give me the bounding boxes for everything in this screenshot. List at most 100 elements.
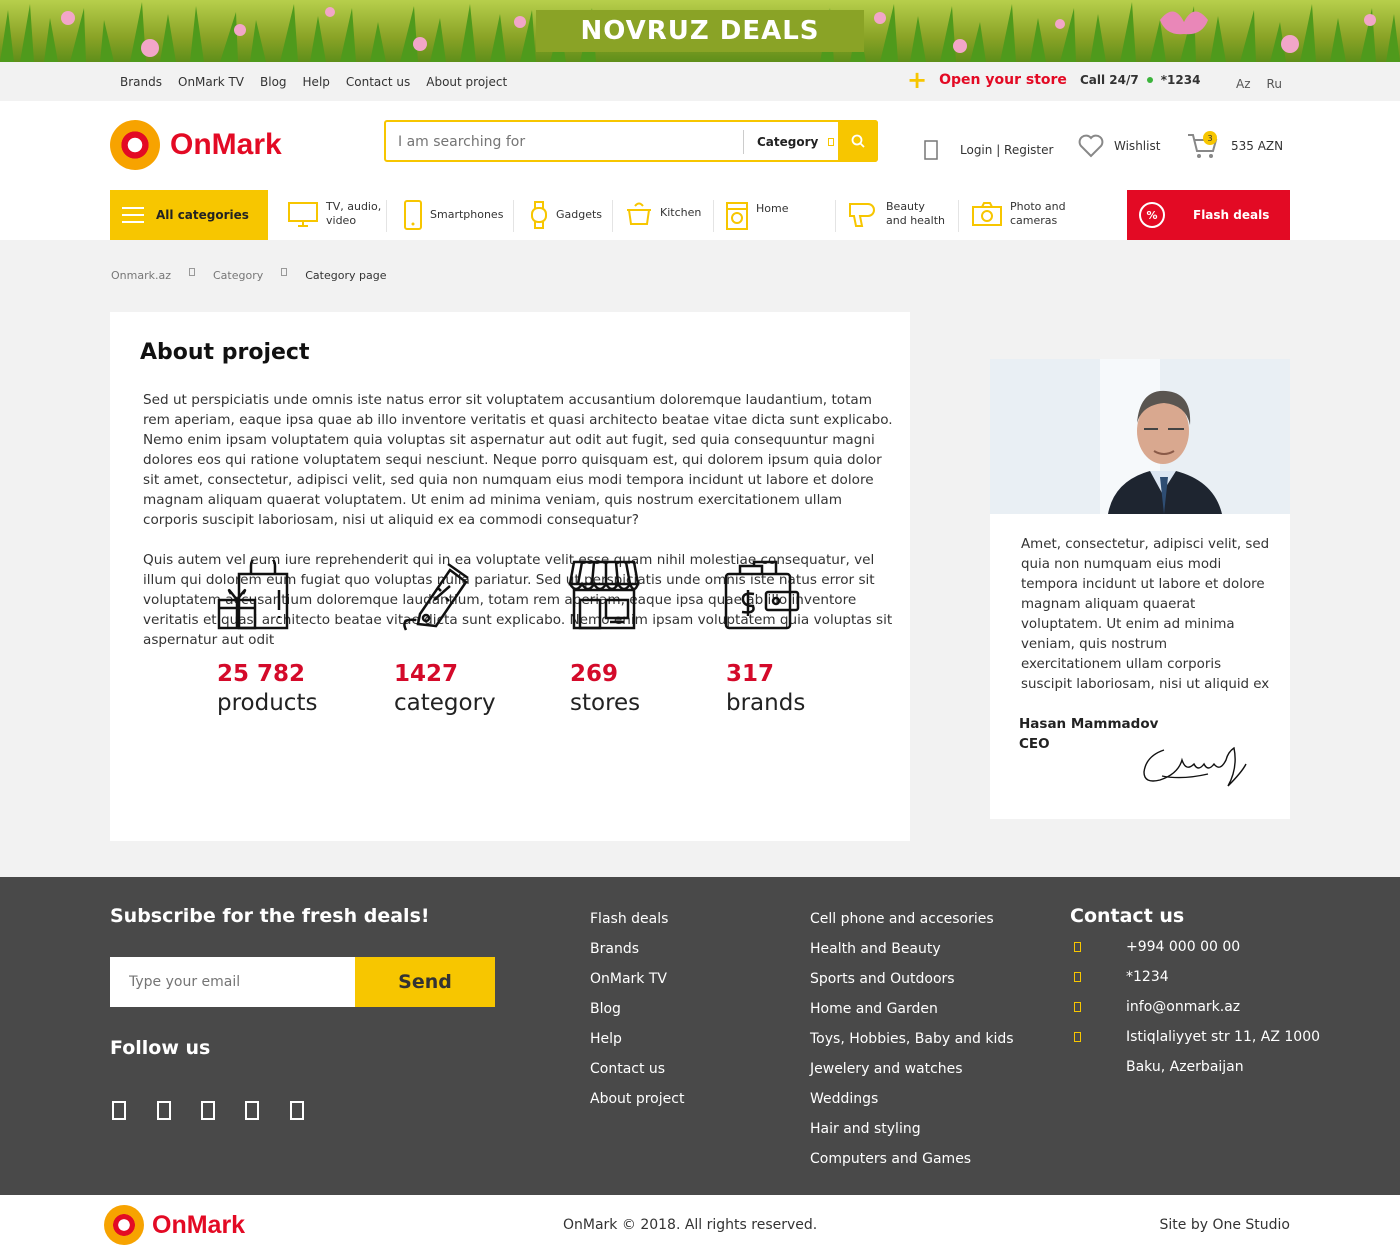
cart-count-badge: 3: [1203, 131, 1217, 145]
search-input[interactable]: [398, 131, 728, 153]
lang-ru[interactable]: Ru: [1267, 77, 1282, 91]
send-button[interactable]: Send: [355, 957, 495, 1007]
footer-category-link[interactable]: Home and Garden: [810, 994, 1014, 1024]
call-number: *1234: [1160, 73, 1201, 87]
phone-short-icon: [1074, 972, 1081, 982]
about-card: About project Sed ut perspiciatis unde o…: [110, 312, 910, 841]
promo-title: NOVRUZ DEALS: [536, 10, 864, 52]
top-link-onmark-tv[interactable]: OnMark TV: [178, 75, 244, 89]
washing-machine-icon: [726, 202, 748, 230]
logo-mark-icon: [110, 120, 160, 170]
category-photo-label: Photo and cameras: [1010, 200, 1066, 227]
search-bar: Category: [384, 120, 878, 162]
all-categories-label: All categories: [156, 208, 249, 222]
footer-link-contact[interactable]: Contact us: [590, 1054, 684, 1084]
footer-category-link[interactable]: Hair and styling: [810, 1114, 1014, 1144]
flash-deals-label: Flash deals: [1193, 208, 1270, 222]
bottom-bar: OnMark OnMark © 2018. All rights reserve…: [0, 1195, 1400, 1258]
twitter-icon[interactable]: [201, 1101, 215, 1120]
footer-link-brands[interactable]: Brands: [590, 934, 684, 964]
about-paragraph-1: Sed ut perspiciatis unde omnis iste natu…: [143, 392, 893, 528]
category-gadgets[interactable]: Gadgets: [530, 200, 602, 230]
cart-icon: 3: [1187, 131, 1221, 161]
top-link-contact[interactable]: Contact us: [346, 75, 410, 89]
site-credit[interactable]: Site by One Studio: [1160, 1217, 1291, 1233]
open-store-link[interactable]: + Open your store: [907, 68, 1067, 92]
chevron-right-icon: [281, 267, 288, 276]
all-categories-button[interactable]: All categories: [110, 190, 268, 240]
footer-link-onmark-tv[interactable]: OnMark TV: [590, 964, 684, 994]
stat-category-label: category: [394, 690, 496, 716]
smartwatch-icon: [531, 201, 547, 229]
top-nav: Brands OnMark TV Blog Help Contact us Ab…: [120, 75, 523, 89]
footer-link-help[interactable]: Help: [590, 1024, 684, 1054]
call-info: Call 24/7 *1234: [1080, 73, 1200, 87]
ceo-quote: Amet, consectetur, adipisci velit, sed q…: [1021, 537, 1270, 692]
cart-total: 535 AZN: [1231, 139, 1284, 153]
footer-category-link[interactable]: Weddings: [810, 1084, 1014, 1114]
linkedin-icon[interactable]: [290, 1101, 304, 1120]
facebook-icon[interactable]: [112, 1101, 126, 1120]
smartphone-icon: [404, 200, 422, 230]
logo-mark-icon: [104, 1205, 144, 1245]
category-beauty[interactable]: Beauty and health: [848, 200, 946, 228]
contact-email[interactable]: info@onmark.az: [1070, 999, 1240, 1015]
wishlist-label: Wishlist: [1114, 139, 1161, 153]
footer-link-blog[interactable]: Blog: [590, 994, 684, 1024]
ceo-signature: [1143, 746, 1247, 787]
shopping-bag-gift-icon: [217, 560, 289, 630]
logo-text: OnMark: [170, 128, 282, 161]
footer-category-link[interactable]: Sports and Outdoors: [810, 964, 1014, 994]
top-link-brands[interactable]: Brands: [120, 75, 162, 89]
ceo-card: Amet, consectetur, adipisci velit, sed q…: [990, 359, 1290, 819]
mail-icon: [1074, 1002, 1081, 1012]
footer-category-link[interactable]: Computers and Games: [810, 1144, 1014, 1174]
category-smartphones[interactable]: Smartphones: [404, 200, 503, 230]
top-link-about[interactable]: About project: [426, 75, 507, 89]
category-tv[interactable]: TV, audio, video: [288, 200, 386, 228]
search-button[interactable]: [838, 120, 878, 162]
instagram-icon[interactable]: [157, 1101, 171, 1120]
stat-products-value: 25 782: [217, 661, 306, 687]
category-beauty-label: Beauty and health: [886, 200, 946, 227]
footer-categories: Cell phone and accesories Health and Bea…: [810, 904, 1014, 1174]
stat-products: 25 782 products: [217, 560, 317, 718]
tv-icon: [288, 202, 318, 227]
flash-deals-button[interactable]: % Flash deals: [1127, 190, 1290, 240]
subscribe-title: Subscribe for the fresh deals!: [110, 905, 430, 927]
ceo-name: Hasan Mammadov: [1019, 716, 1159, 732]
stat-category: 1427 category: [394, 562, 496, 718]
open-store-label: Open your store: [939, 72, 1067, 88]
category-kitchen[interactable]: Kitchen: [626, 200, 701, 226]
breadcrumb-home[interactable]: Onmark.az: [111, 269, 171, 282]
category-home[interactable]: Home: [726, 202, 788, 230]
category-select[interactable]: Category: [743, 130, 835, 154]
percent-badge-icon: %: [1139, 202, 1165, 228]
category-photo[interactable]: Photo and cameras: [972, 200, 1075, 228]
logo[interactable]: OnMark: [110, 120, 282, 170]
footer-category-link[interactable]: Toys, Hobbies, Baby and kids: [810, 1024, 1014, 1054]
email-field[interactable]: [110, 957, 355, 1007]
breadcrumb-category[interactable]: Category: [213, 269, 263, 282]
top-link-help[interactable]: Help: [303, 75, 330, 89]
phone-icon: [1074, 942, 1081, 952]
follow-title: Follow us: [110, 1037, 211, 1059]
footer-link-flash-deals[interactable]: Flash deals: [590, 904, 684, 934]
footer-category-link[interactable]: Jewelery and watches: [810, 1054, 1014, 1084]
wishlist-link[interactable]: Wishlist: [1078, 134, 1160, 158]
contact-phone[interactable]: +994 000 00 00: [1070, 939, 1240, 955]
login-register-link[interactable]: Login | Register: [924, 140, 1053, 160]
hair-dryer-icon: [849, 203, 875, 227]
youtube-icon[interactable]: [245, 1101, 259, 1120]
footer-category-link[interactable]: Health and Beauty: [810, 934, 1014, 964]
promo-banner[interactable]: NOVRUZ DEALS: [0, 0, 1400, 62]
lang-az[interactable]: Az: [1236, 77, 1251, 91]
footer-link-about[interactable]: About project: [590, 1084, 684, 1114]
ceo-role: CEO: [1019, 736, 1050, 752]
cart-link[interactable]: 3 535 AZN: [1187, 131, 1283, 161]
footer-category-link[interactable]: Cell phone and accesories: [810, 904, 1014, 934]
footer-logo[interactable]: OnMark: [104, 1205, 245, 1245]
footer: Subscribe for the fresh deals! Send Foll…: [0, 877, 1400, 1195]
top-link-blog[interactable]: Blog: [260, 75, 287, 89]
contact-short[interactable]: *1234: [1070, 969, 1169, 985]
